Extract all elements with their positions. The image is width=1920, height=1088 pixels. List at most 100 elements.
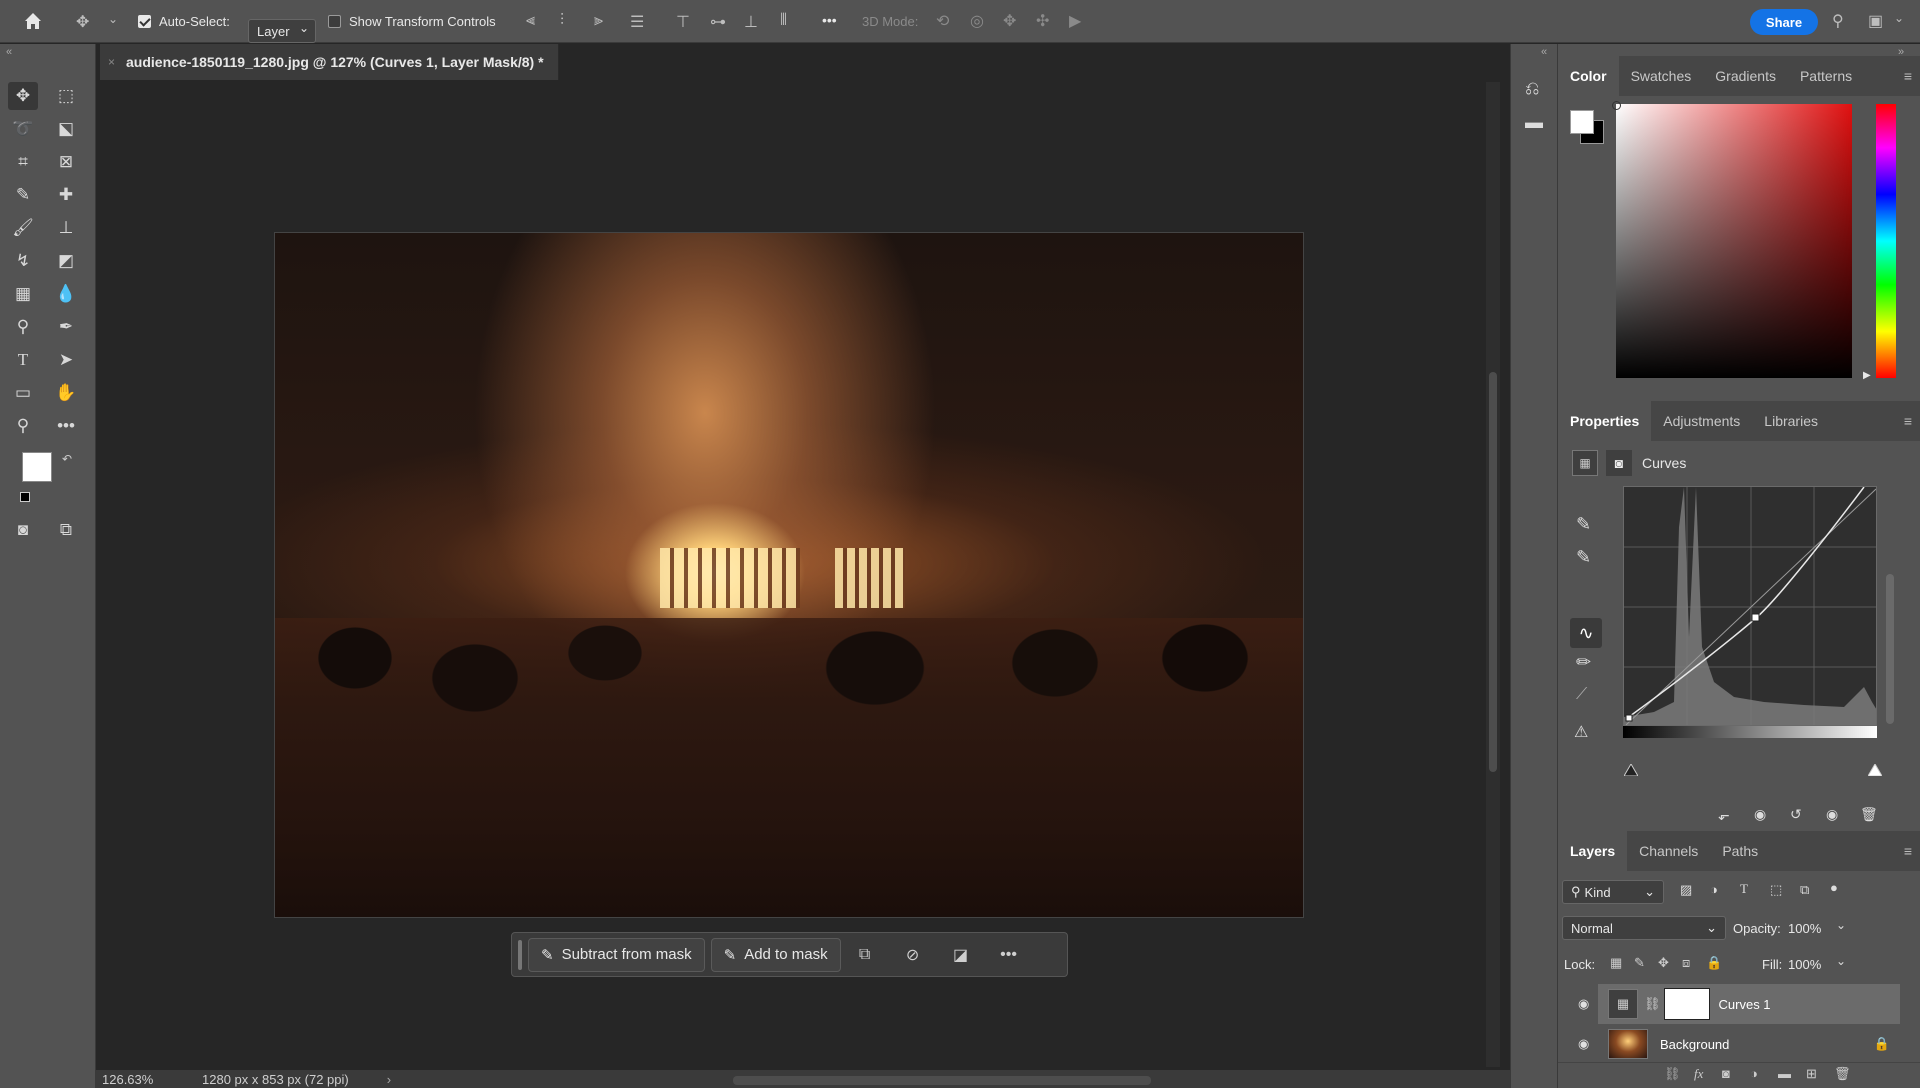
gradient-tool[interactable]: ▦	[8, 280, 38, 308]
pen-tool[interactable]: ✒	[51, 313, 81, 341]
layer-row-curves[interactable]: ▦ ⛓ Curves 1	[1598, 984, 1900, 1024]
quick-mask-icon[interactable]: ◙	[8, 516, 38, 544]
align-bottom-icon[interactable]: ⊥	[744, 12, 758, 32]
filter-pixel-icon[interactable]: ▨	[1680, 882, 1692, 898]
layers-panel-menu-icon[interactable]: ≡	[1904, 843, 1912, 859]
opacity-chevron-icon[interactable]: ⌄	[1836, 918, 1846, 932]
tab-color[interactable]: Color	[1558, 56, 1619, 96]
tab-patterns[interactable]: Patterns	[1788, 56, 1864, 96]
tab-properties[interactable]: Properties	[1558, 401, 1652, 441]
swap-colors-icon[interactable]: ↶	[62, 452, 72, 466]
foreground-color-swatch[interactable]	[22, 452, 52, 482]
transform-controls-checkbox[interactable]: Show Transform Controls	[328, 14, 496, 29]
collapse-toolbar-icon[interactable]: «	[6, 46, 12, 58]
fill-value[interactable]: 100%	[1788, 957, 1821, 972]
tab-gradients[interactable]: Gradients	[1703, 56, 1788, 96]
align-right-icon[interactable]: ⫸	[594, 12, 603, 30]
mask-options-icon[interactable]: ⧉	[841, 938, 889, 972]
eraser-tool[interactable]: ◩	[51, 247, 81, 275]
lock-transparent-icon[interactable]: ▦	[1610, 955, 1622, 971]
curves-adjustment-icon[interactable]: ▦	[1572, 450, 1598, 476]
horizontal-scroll-thumb[interactable]	[733, 1076, 1151, 1085]
properties-scroll-thumb[interactable]	[1886, 574, 1894, 724]
black-point-eyedropper-icon[interactable]: ✎	[1576, 514, 1591, 535]
filter-toggle-icon[interactable]: ●	[1830, 880, 1838, 895]
white-input-slider[interactable]	[1867, 763, 1883, 777]
layer-visibility-background-icon[interactable]: ◉	[1578, 1036, 1589, 1052]
auto-select-check-icon[interactable]	[138, 15, 151, 28]
layer-styles-icon[interactable]: fx	[1694, 1066, 1703, 1082]
hue-slider[interactable]	[1876, 104, 1896, 378]
object-selection-tool[interactable]: ⬕	[51, 115, 81, 143]
frame-tool[interactable]: ⊠	[51, 148, 81, 176]
color-picker-cursor[interactable]	[1612, 101, 1621, 110]
comments-panel-icon[interactable]: ▬	[1525, 112, 1543, 133]
zoom-tool[interactable]: ⚲	[8, 412, 38, 440]
tab-layers[interactable]: Layers	[1558, 831, 1628, 871]
vertical-scroll-thumb[interactable]	[1489, 372, 1497, 772]
taskbar-drag-handle[interactable]	[518, 939, 522, 970]
lock-artboard-icon[interactable]: ⧈	[1682, 955, 1690, 971]
new-adjustment-icon[interactable]: ◑	[1750, 1066, 1758, 1081]
link-layers-icon[interactable]: ⛓	[1664, 1066, 1681, 1082]
3d-camera-icon[interactable]: ▶	[1069, 11, 1081, 31]
marquee-tool[interactable]: ⬚	[51, 82, 81, 110]
reset-adjustment-icon[interactable]: ↺	[1790, 806, 1802, 823]
subtract-from-mask-button[interactable]: ✎ Subtract from mask	[528, 937, 705, 972]
tool-preset-chevron-icon[interactable]: ⌄	[108, 12, 118, 26]
workspace-icon[interactable]: ▣	[1868, 11, 1883, 31]
color-picker-field[interactable]	[1616, 104, 1852, 378]
brush-tool[interactable]: 🖌	[8, 214, 38, 242]
blend-mode-dropdown[interactable]: Normal ⌄	[1562, 916, 1726, 940]
disable-mask-icon[interactable]: ⊘	[889, 938, 937, 972]
path-selection-tool[interactable]: ➤	[51, 346, 81, 374]
close-document-icon[interactable]: ×	[108, 55, 115, 69]
align-middle-icon[interactable]: ⊶	[710, 12, 726, 32]
clone-stamp-tool[interactable]: ⊥	[51, 214, 81, 242]
filter-shape-icon[interactable]: ⬚	[1770, 882, 1782, 898]
align-left-icon[interactable]: ⫷	[526, 12, 535, 30]
align-top-icon[interactable]: ⊤	[676, 12, 690, 32]
move-tool-icon[interactable]: ✥	[76, 12, 89, 32]
move-tool[interactable]: ✥	[8, 82, 38, 110]
delete-adjustment-icon[interactable]: 🗑	[1860, 806, 1878, 823]
pencil-draw-icon[interactable]: ✏	[1576, 652, 1591, 673]
color-foreground-swatch[interactable]	[1570, 110, 1594, 134]
properties-panel-menu-icon[interactable]: ≡	[1904, 413, 1912, 429]
auto-select-checkbox[interactable]: Auto-Select:	[138, 14, 230, 29]
history-brush-tool[interactable]: ↯	[8, 247, 38, 275]
distribute-horizontal-icon[interactable]: ⦀	[780, 12, 787, 30]
hue-slider-handle[interactable]: ▶	[1863, 370, 1871, 381]
vertical-scrollbar[interactable]	[1486, 82, 1500, 1067]
new-group-icon[interactable]: ▬	[1778, 1066, 1791, 1081]
home-icon[interactable]	[22, 10, 44, 35]
curves-graph[interactable]	[1623, 486, 1877, 726]
distribute-vertical-icon[interactable]: ☰	[630, 12, 644, 32]
tab-channels[interactable]: Channels	[1627, 831, 1710, 871]
collapse-dock-icon[interactable]: «	[1541, 46, 1547, 58]
share-button[interactable]: Share	[1750, 9, 1818, 35]
color-panel-menu-icon[interactable]: ≡	[1904, 68, 1912, 84]
tab-libraries[interactable]: Libraries	[1752, 401, 1830, 441]
layer-mask-thumbnail[interactable]	[1663, 988, 1710, 1020]
invert-mask-icon[interactable]: ◪	[937, 938, 985, 972]
clip-to-layer-icon[interactable]: ⬐	[1718, 807, 1730, 824]
toggle-visibility-icon[interactable]: ◉	[1826, 806, 1838, 823]
tab-swatches[interactable]: Swatches	[1619, 56, 1704, 96]
edit-toolbar-icon[interactable]: •••	[51, 412, 81, 440]
crop-tool[interactable]: ⌗	[8, 148, 38, 176]
black-input-slider[interactable]	[1623, 763, 1639, 777]
add-to-mask-button[interactable]: ✎ Add to mask	[710, 937, 841, 972]
more-options-icon[interactable]: •••	[822, 12, 837, 28]
default-colors-icon[interactable]	[20, 492, 30, 502]
view-previous-state-icon[interactable]: ◉	[1754, 806, 1766, 823]
white-point-eyedropper-icon[interactable]: ✎	[1576, 547, 1591, 568]
layer-visibility-curves-icon[interactable]: ◉	[1578, 996, 1589, 1012]
healing-brush-tool[interactable]: ✚	[51, 181, 81, 209]
new-layer-icon[interactable]: ⊞	[1806, 1066, 1817, 1082]
3d-orbit-icon[interactable]: ⟲	[936, 11, 949, 31]
auto-select-dropdown[interactable]: Layer	[248, 19, 316, 43]
3d-roll-icon[interactable]: ◎	[970, 11, 984, 31]
layer-lock-icon[interactable]: 🔒	[1874, 1036, 1890, 1052]
3d-slide-icon[interactable]: ✣	[1036, 11, 1049, 31]
